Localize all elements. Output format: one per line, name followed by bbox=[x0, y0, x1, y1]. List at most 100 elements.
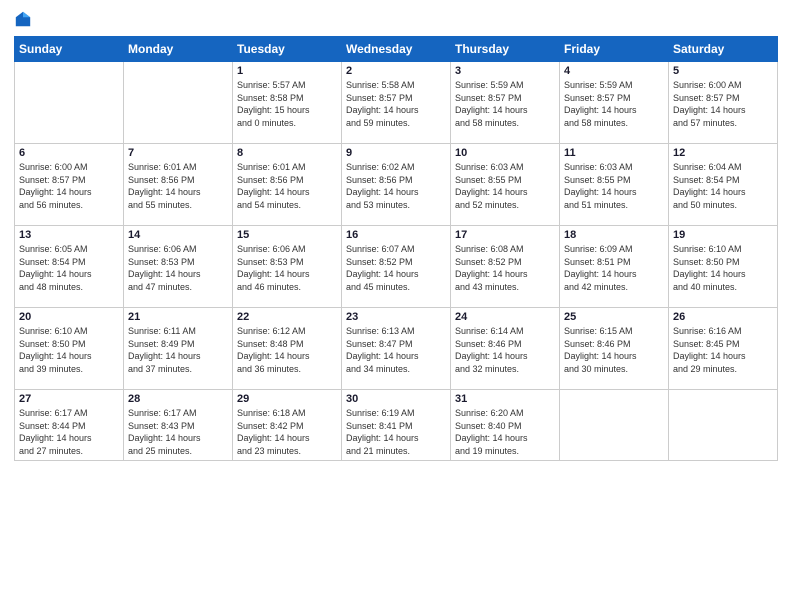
day-number: 21 bbox=[128, 311, 228, 323]
calendar-cell: 12 Sunrise: 6:04 AM Sunset: 8:54 PM Dayli… bbox=[669, 144, 778, 226]
calendar-cell: 5 Sunrise: 6:00 AM Sunset: 8:57 PM Daylig… bbox=[669, 62, 778, 144]
weekday-header-friday: Friday bbox=[560, 37, 669, 62]
day-info: Sunrise: 6:08 AM Sunset: 8:52 PM Dayligh… bbox=[455, 243, 555, 293]
calendar-cell: 18 Sunrise: 6:09 AM Sunset: 8:51 PM Dayli… bbox=[560, 226, 669, 308]
calendar-cell: 15Sunrise: 6:06 AM Sunset: 8:53 PM Dayli… bbox=[233, 226, 342, 308]
day-number: 20 bbox=[19, 311, 119, 323]
weekday-header-wednesday: Wednesday bbox=[342, 37, 451, 62]
calendar-cell bbox=[669, 390, 778, 461]
day-number: 25 bbox=[564, 311, 664, 323]
day-info: Sunrise: 6:05 AM Sunset: 8:54 PM Dayligh… bbox=[19, 243, 119, 293]
day-number: 19 bbox=[673, 229, 773, 241]
week-row-4: 20 Sunrise: 6:10 AM Sunset: 8:50 PM Dayli… bbox=[15, 308, 778, 390]
day-number: 4 bbox=[564, 65, 664, 77]
weekday-header-saturday: Saturday bbox=[669, 37, 778, 62]
week-row-2: 6Sunrise: 6:00 AM Sunset: 8:57 PM Daylig… bbox=[15, 144, 778, 226]
day-number: 26 bbox=[673, 311, 773, 323]
calendar-cell: 24 Sunrise: 6:14 AM Sunset: 8:46 PM Dayli… bbox=[451, 308, 560, 390]
calendar-cell: 21 Sunrise: 6:11 AM Sunset: 8:49 PM Dayli… bbox=[124, 308, 233, 390]
week-row-5: 27 Sunrise: 6:17 AM Sunset: 8:44 PM Dayli… bbox=[15, 390, 778, 461]
week-row-3: 13 Sunrise: 6:05 AM Sunset: 8:54 PM Dayli… bbox=[15, 226, 778, 308]
day-number: 22 bbox=[237, 311, 337, 323]
calendar-cell: 8 Sunrise: 6:01 AM Sunset: 8:56 PM Daylig… bbox=[233, 144, 342, 226]
calendar-cell: 1 Sunrise: 5:57 AM Sunset: 8:58 PM Daylig… bbox=[233, 62, 342, 144]
day-number: 28 bbox=[128, 393, 228, 405]
day-info: Sunrise: 5:59 AM Sunset: 8:57 PM Dayligh… bbox=[564, 79, 664, 129]
calendar-cell bbox=[15, 62, 124, 144]
calendar-cell bbox=[560, 390, 669, 461]
calendar-cell: 3 Sunrise: 5:59 AM Sunset: 8:57 PM Daylig… bbox=[451, 62, 560, 144]
calendar-cell: 25 Sunrise: 6:15 AM Sunset: 8:46 PM Dayli… bbox=[560, 308, 669, 390]
calendar-cell: 31 Sunrise: 6:20 AM Sunset: 8:40 PM Dayli… bbox=[451, 390, 560, 461]
day-number: 30 bbox=[346, 393, 446, 405]
header bbox=[14, 10, 778, 28]
day-info: Sunrise: 6:11 AM Sunset: 8:49 PM Dayligh… bbox=[128, 325, 228, 375]
day-info: Sunrise: 6:14 AM Sunset: 8:46 PM Dayligh… bbox=[455, 325, 555, 375]
day-number: 29 bbox=[237, 393, 337, 405]
day-info: Sunrise: 5:57 AM Sunset: 8:58 PM Dayligh… bbox=[237, 79, 337, 129]
day-info: Sunrise: 6:06 AM Sunset: 8:53 PM Dayligh… bbox=[128, 243, 228, 293]
day-number: 13 bbox=[19, 229, 119, 241]
day-number: 9 bbox=[346, 147, 446, 159]
day-info: Sunrise: 6:00 AM Sunset: 8:57 PM Dayligh… bbox=[673, 79, 773, 129]
day-number: 16 bbox=[346, 229, 446, 241]
day-info: Sunrise: 6:00 AM Sunset: 8:57 PM Dayligh… bbox=[19, 161, 119, 211]
day-number: 8 bbox=[237, 147, 337, 159]
calendar-cell: 11 Sunrise: 6:03 AM Sunset: 8:55 PM Dayli… bbox=[560, 144, 669, 226]
day-info: Sunrise: 6:12 AM Sunset: 8:48 PM Dayligh… bbox=[237, 325, 337, 375]
day-number: 1 bbox=[237, 65, 337, 77]
calendar-cell: 13 Sunrise: 6:05 AM Sunset: 8:54 PM Dayli… bbox=[15, 226, 124, 308]
calendar-cell: 20 Sunrise: 6:10 AM Sunset: 8:50 PM Dayli… bbox=[15, 308, 124, 390]
day-info: Sunrise: 6:01 AM Sunset: 8:56 PM Dayligh… bbox=[237, 161, 337, 211]
day-info: Sunrise: 6:04 AM Sunset: 8:54 PM Dayligh… bbox=[673, 161, 773, 211]
day-info: Sunrise: 6:15 AM Sunset: 8:46 PM Dayligh… bbox=[564, 325, 664, 375]
calendar-cell: 9 Sunrise: 6:02 AM Sunset: 8:56 PM Daylig… bbox=[342, 144, 451, 226]
day-info: Sunrise: 6:03 AM Sunset: 8:55 PM Dayligh… bbox=[455, 161, 555, 211]
page: SundayMondayTuesdayWednesdayThursdayFrid… bbox=[0, 0, 792, 612]
day-number: 15 bbox=[237, 229, 337, 241]
calendar-cell: 10 Sunrise: 6:03 AM Sunset: 8:55 PM Dayli… bbox=[451, 144, 560, 226]
day-number: 23 bbox=[346, 311, 446, 323]
day-info: Sunrise: 6:19 AM Sunset: 8:41 PM Dayligh… bbox=[346, 407, 446, 457]
day-number: 3 bbox=[455, 65, 555, 77]
calendar-cell bbox=[124, 62, 233, 144]
calendar-cell: 29 Sunrise: 6:18 AM Sunset: 8:42 PM Dayli… bbox=[233, 390, 342, 461]
day-number: 27 bbox=[19, 393, 119, 405]
day-number: 7 bbox=[128, 147, 228, 159]
day-number: 11 bbox=[564, 147, 664, 159]
day-info: Sunrise: 6:10 AM Sunset: 8:50 PM Dayligh… bbox=[19, 325, 119, 375]
calendar-cell: 6Sunrise: 6:00 AM Sunset: 8:57 PM Daylig… bbox=[15, 144, 124, 226]
day-info: Sunrise: 6:10 AM Sunset: 8:50 PM Dayligh… bbox=[673, 243, 773, 293]
calendar-cell: 27 Sunrise: 6:17 AM Sunset: 8:44 PM Dayli… bbox=[15, 390, 124, 461]
day-info: Sunrise: 6:13 AM Sunset: 8:47 PM Dayligh… bbox=[346, 325, 446, 375]
day-info: Sunrise: 6:17 AM Sunset: 8:43 PM Dayligh… bbox=[128, 407, 228, 457]
day-number: 5 bbox=[673, 65, 773, 77]
weekday-header-thursday: Thursday bbox=[451, 37, 560, 62]
day-info: Sunrise: 6:20 AM Sunset: 8:40 PM Dayligh… bbox=[455, 407, 555, 457]
weekday-header-row: SundayMondayTuesdayWednesdayThursdayFrid… bbox=[15, 37, 778, 62]
day-info: Sunrise: 6:18 AM Sunset: 8:42 PM Dayligh… bbox=[237, 407, 337, 457]
calendar-cell: 7Sunrise: 6:01 AM Sunset: 8:56 PM Daylig… bbox=[124, 144, 233, 226]
day-info: Sunrise: 6:09 AM Sunset: 8:51 PM Dayligh… bbox=[564, 243, 664, 293]
day-info: Sunrise: 6:16 AM Sunset: 8:45 PM Dayligh… bbox=[673, 325, 773, 375]
weekday-header-sunday: Sunday bbox=[15, 37, 124, 62]
calendar-cell: 19 Sunrise: 6:10 AM Sunset: 8:50 PM Dayli… bbox=[669, 226, 778, 308]
calendar-cell: 26 Sunrise: 6:16 AM Sunset: 8:45 PM Dayli… bbox=[669, 308, 778, 390]
day-info: Sunrise: 6:02 AM Sunset: 8:56 PM Dayligh… bbox=[346, 161, 446, 211]
day-number: 24 bbox=[455, 311, 555, 323]
day-info: Sunrise: 5:59 AM Sunset: 8:57 PM Dayligh… bbox=[455, 79, 555, 129]
day-info: Sunrise: 6:07 AM Sunset: 8:52 PM Dayligh… bbox=[346, 243, 446, 293]
calendar-cell: 14Sunrise: 6:06 AM Sunset: 8:53 PM Dayli… bbox=[124, 226, 233, 308]
calendar-cell: 23 Sunrise: 6:13 AM Sunset: 8:47 PM Dayli… bbox=[342, 308, 451, 390]
day-number: 10 bbox=[455, 147, 555, 159]
calendar-cell: 4 Sunrise: 5:59 AM Sunset: 8:57 PM Daylig… bbox=[560, 62, 669, 144]
day-info: Sunrise: 6:17 AM Sunset: 8:44 PM Dayligh… bbox=[19, 407, 119, 457]
day-info: Sunrise: 6:03 AM Sunset: 8:55 PM Dayligh… bbox=[564, 161, 664, 211]
week-row-1: 1 Sunrise: 5:57 AM Sunset: 8:58 PM Daylig… bbox=[15, 62, 778, 144]
day-number: 18 bbox=[564, 229, 664, 241]
day-number: 12 bbox=[673, 147, 773, 159]
day-info: Sunrise: 5:58 AM Sunset: 8:57 PM Dayligh… bbox=[346, 79, 446, 129]
calendar-cell: 17Sunrise: 6:08 AM Sunset: 8:52 PM Dayli… bbox=[451, 226, 560, 308]
calendar-cell: 30 Sunrise: 6:19 AM Sunset: 8:41 PM Dayli… bbox=[342, 390, 451, 461]
day-number: 31 bbox=[455, 393, 555, 405]
